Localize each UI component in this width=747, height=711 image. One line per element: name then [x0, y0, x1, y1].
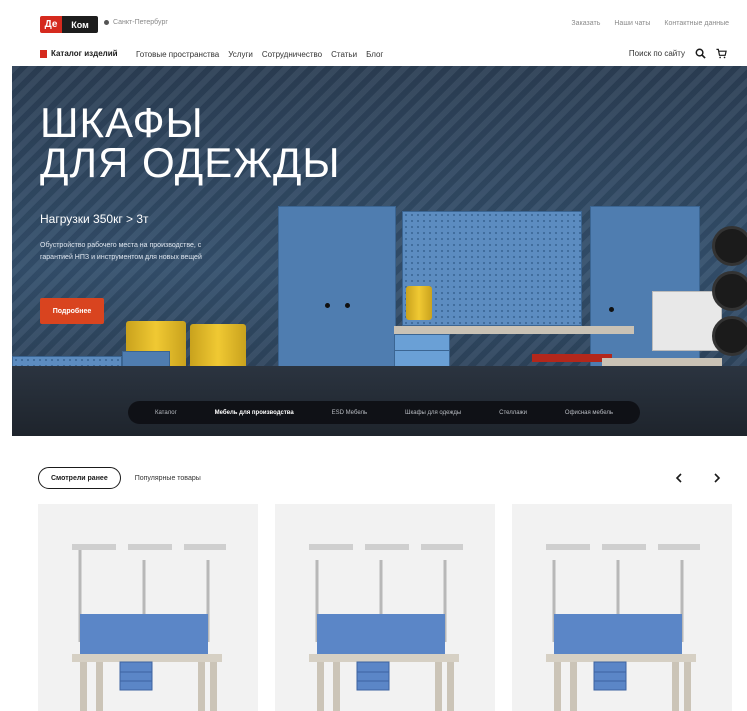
nav-links: Готовые пространства Услуги Сотрудничест…: [136, 50, 383, 59]
workbench-image: [72, 544, 226, 711]
tab-viewed[interactable]: Смотрели ранее: [38, 467, 121, 489]
top-link-order[interactable]: Заказать: [571, 20, 600, 27]
tall-cabinet: [278, 206, 396, 391]
nav-link-cooperation[interactable]: Сотрудничество: [262, 50, 322, 59]
hero-tab-esd[interactable]: ESD Мебель: [332, 410, 367, 416]
nav-actions: Поиск по сайту: [629, 48, 727, 59]
top-bar: Де Ком Санкт-Петербург Заказать Наши чат…: [0, 0, 747, 42]
nav-link-articles[interactable]: Статьи: [331, 50, 357, 59]
product-card[interactable]: [275, 504, 495, 711]
hero-details-button[interactable]: Подробнее: [40, 298, 104, 324]
product-card[interactable]: [512, 504, 732, 711]
site-search-label[interactable]: Поиск по сайту: [629, 49, 685, 58]
top-link-contacts[interactable]: Контактные данные: [664, 20, 729, 27]
pin-icon: [104, 20, 109, 25]
hero-tab-wardrobes[interactable]: Шкафы для одежды: [405, 410, 461, 416]
nav-link-services[interactable]: Услуги: [228, 50, 253, 59]
logo[interactable]: Де Ком: [40, 16, 98, 33]
tab-popular[interactable]: Популярные товары: [135, 475, 201, 482]
nav-link-blog[interactable]: Блог: [366, 50, 383, 59]
search-icon[interactable]: [695, 48, 706, 59]
workbench-image: [546, 544, 700, 711]
product-card[interactable]: [38, 504, 258, 711]
hero-category-tabs: Каталог Мебель для производства ESD Мебе…: [128, 401, 640, 424]
city-label: Санкт-Петербург: [113, 19, 168, 26]
logo-part-left: Де: [40, 16, 62, 33]
top-links: Заказать Наши чаты Контактные данные: [571, 20, 729, 27]
workbench-image: [309, 544, 463, 711]
city-selector[interactable]: Санкт-Петербург: [104, 19, 168, 26]
hero-subtitle: Нагрузки 350кг > 3т: [40, 212, 149, 226]
chevron-right-icon[interactable]: [707, 468, 727, 488]
catalog-icon: [40, 49, 47, 58]
cart-icon[interactable]: [716, 48, 727, 59]
products-tabs: Смотрели ранее Популярные товары: [38, 467, 201, 489]
nav-link-spaces[interactable]: Готовые пространства: [136, 50, 219, 59]
chevron-left-icon[interactable]: [669, 468, 689, 488]
hero-tab-production[interactable]: Мебель для производства: [215, 410, 294, 416]
hero-tab-office[interactable]: Офисная мебель: [565, 410, 613, 416]
hero-tab-racks[interactable]: Стеллажи: [499, 410, 527, 416]
main-nav: Каталог изделий Готовые пространства Усл…: [0, 42, 747, 66]
top-link-chats[interactable]: Наши чаты: [614, 20, 650, 27]
hero-description: Обустройство рабочего места на производс…: [40, 242, 202, 261]
catalog-button[interactable]: Каталог изделий: [40, 49, 118, 58]
carousel-arrows: [669, 468, 727, 488]
logo-part-right: Ком: [62, 16, 98, 33]
hero-title: ШКАФЫ ДЛЯ ОДЕЖДЫ: [40, 99, 341, 186]
hero-tab-catalog[interactable]: Каталог: [155, 410, 177, 416]
catalog-label: Каталог изделий: [51, 49, 118, 58]
